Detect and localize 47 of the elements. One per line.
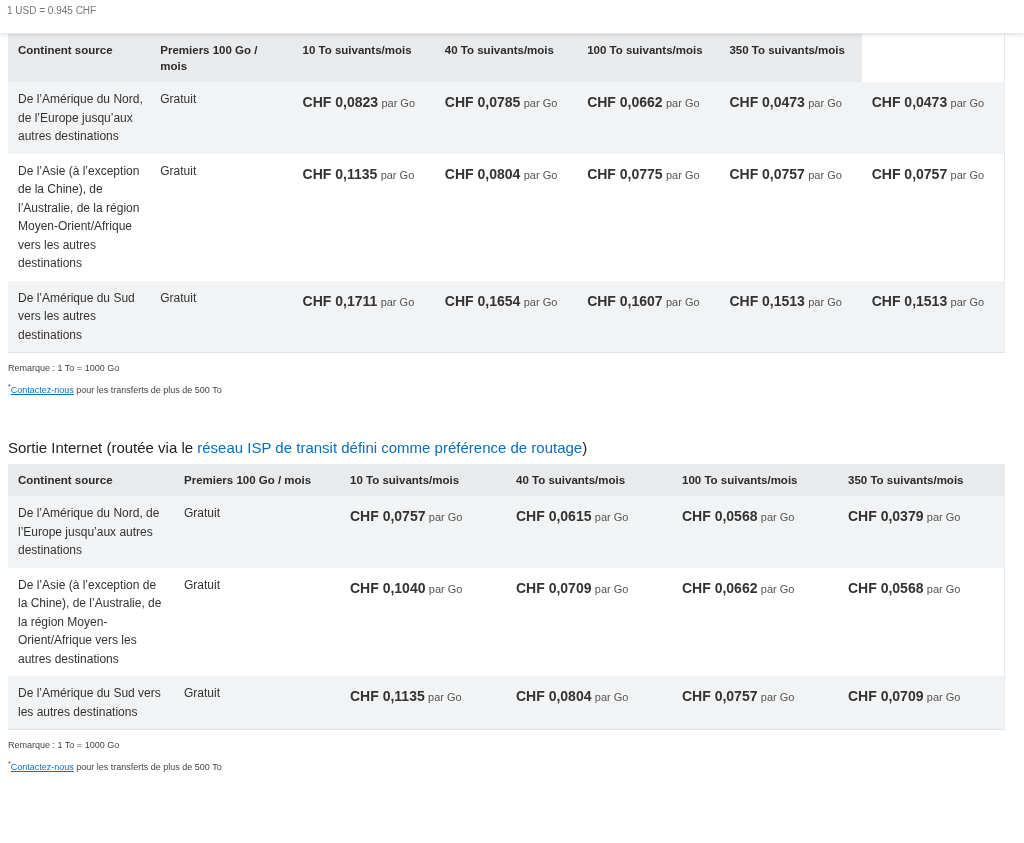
column-header: 40 To suivants/mois	[506, 464, 672, 496]
price-cell: CHF 0,1135 par Go	[340, 676, 506, 729]
price-cell: CHF 0,0757 par Go	[340, 496, 506, 568]
routing-preference-link[interactable]: réseau ISP de transit défini comme préférence de routage	[197, 439, 583, 456]
price-cell: CHF 0,0473 par Go	[719, 82, 862, 154]
price-cell: CHF 0,1711 par Go	[292, 280, 435, 352]
column-header: 10 To suivants/mois	[292, 34, 435, 82]
price-cell: CHF 0,1654 par Go	[434, 280, 578, 352]
column-header: Continent source	[8, 34, 151, 82]
column-header: 10 To suivants/mois	[340, 464, 506, 496]
contact-link[interactable]: Contactez-nous	[10, 762, 74, 772]
price-cell: CHF 0,0785 par Go	[434, 82, 578, 154]
column-header: 100 To suivants/mois	[672, 464, 838, 496]
table-cell: De l’Amérique du Nord, de l’Europe jusqu’aux autres destinations	[8, 496, 174, 568]
exchange-rate-note: 1 USD = 0.945 CHF	[6, 5, 97, 17]
column-header: 100 To suivants/mois	[577, 34, 720, 82]
column-header: Premiers 100 Go / mois	[150, 34, 293, 82]
contact-note: $^{*}$Contactez-nous pour les transferts de plus de 500 To	[8, 760, 223, 772]
remark-text: Remarque : 1 To = 1000 Go	[8, 363, 121, 373]
price-cell: CHF 0,0662 par Go	[577, 82, 720, 154]
price-cell: CHF 0,0709 par Go	[838, 676, 1004, 729]
table-cell: Gratuit	[150, 280, 293, 352]
price-cell: CHF 0,0568 par Go	[672, 496, 838, 568]
price-cell: CHF 0,0823 par Go	[292, 82, 435, 154]
price-cell: CHF 0,1513 par Go	[719, 280, 862, 352]
column-header: Premiers 100 Go / mois	[174, 464, 340, 496]
column-header: 350 To suivants/mois	[838, 464, 1004, 496]
table-cell: Gratuit	[174, 496, 340, 568]
price-cell: CHF 0,0757 par Go	[672, 676, 838, 729]
price-cell: CHF 0,0615 par Go	[506, 496, 672, 568]
remark-text: Remarque : 1 To = 1000 Go	[8, 740, 121, 750]
table-cell: Gratuit	[174, 676, 340, 729]
table-cell: De l’Amérique du Nord, de l’Europe jusqu’aux autres destinations	[8, 82, 151, 154]
table-cell: De l’Amérique du Sud vers les autres destinations	[8, 676, 174, 729]
contact-link[interactable]: Contactez-nous	[10, 385, 74, 395]
price-cell: CHF 0,0379 par Go	[838, 496, 1004, 568]
price-cell: CHF 0,1607 par Go	[577, 280, 720, 352]
price-cell: CHF 0,1513 par Go	[861, 280, 1004, 352]
price-cell: CHF 0,0804 par Go	[506, 676, 672, 729]
column-header: 350 To suivants/mois	[719, 34, 862, 82]
table-cell: De l’Amérique du Sud vers les autres destinations	[8, 280, 151, 352]
contact-note: $^{*}$Contactez-nous pour les transferts de plus de 500 To	[8, 383, 223, 395]
price-cell: CHF 0,0473 par Go	[861, 82, 1004, 154]
section-heading: Sortie Internet (routée via le réseau ISP de transit défini comme préférence de routage)	[8, 439, 589, 456]
column-header: Continent source	[8, 464, 174, 496]
column-header: 40 To suivants/mois	[434, 34, 578, 82]
table-cell: Gratuit	[150, 82, 293, 154]
